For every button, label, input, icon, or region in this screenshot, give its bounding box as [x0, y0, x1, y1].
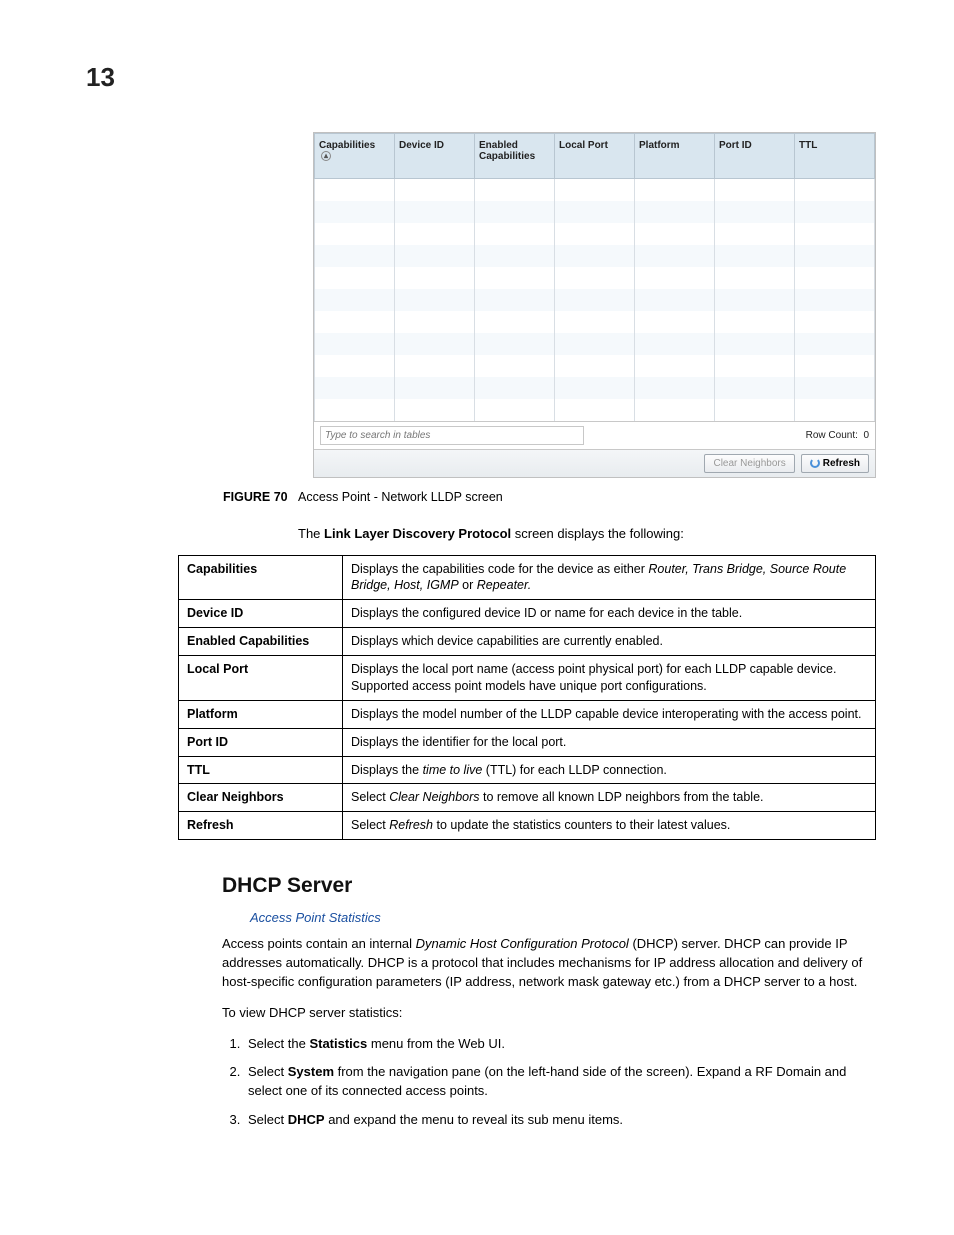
def-desc: Displays the local port name (access poi… — [343, 656, 876, 701]
def-desc: Displays the identifier for the local po… — [343, 728, 876, 756]
dhcp-para2: To view DHCP server statistics: — [222, 1004, 876, 1023]
def-term: TTL — [179, 756, 343, 784]
def-desc: Select Refresh to update the statistics … — [343, 812, 876, 840]
table-row — [315, 355, 875, 377]
def-desc: Displays the configured device ID or nam… — [343, 600, 876, 628]
table-search-row: Row Count: 0 — [314, 421, 875, 449]
def-term: Device ID — [179, 600, 343, 628]
def-term: Local Port — [179, 656, 343, 701]
table-row — [315, 223, 875, 245]
table-row — [315, 201, 875, 223]
def-row: Device ID Displays the configured device… — [179, 600, 876, 628]
def-desc: Displays the time to live (TTL) for each… — [343, 756, 876, 784]
def-desc: Displays which device capabilities are c… — [343, 628, 876, 656]
def-row: Capabilities Displays the capabilities c… — [179, 555, 876, 600]
col-device-id[interactable]: Device ID — [395, 134, 475, 179]
figure-caption: FIGURE 70 Access Point - Network LLDP sc… — [223, 490, 876, 504]
table-row — [315, 399, 875, 421]
def-row: Local Port Displays the local port name … — [179, 656, 876, 701]
page-number: 13 — [86, 62, 115, 93]
def-row: Platform Displays the model number of th… — [179, 700, 876, 728]
refresh-button[interactable]: Refresh — [801, 454, 869, 473]
definitions-table: Capabilities Displays the capabilities c… — [178, 555, 876, 841]
table-row — [315, 267, 875, 289]
table-row — [315, 333, 875, 355]
button-bar: Clear Neighbors Refresh — [314, 449, 875, 477]
table-row — [315, 377, 875, 399]
step-item: Select the Statistics menu from the Web … — [244, 1035, 876, 1054]
figure-caption-text: Access Point - Network LLDP screen — [298, 490, 503, 504]
def-desc: Select Clear Neighbors to remove all kno… — [343, 784, 876, 812]
def-term: Port ID — [179, 728, 343, 756]
def-desc: Displays the model number of the LLDP ca… — [343, 700, 876, 728]
def-row: Refresh Select Refresh to update the sta… — [179, 812, 876, 840]
table-row — [315, 289, 875, 311]
lldp-table: Capabilities▴ Device ID Enabled Capabili… — [314, 133, 875, 421]
def-row: Port ID Displays the identifier for the … — [179, 728, 876, 756]
def-row: TTL Displays the time to live (TTL) for … — [179, 756, 876, 784]
refresh-icon — [810, 458, 820, 468]
def-row: Clear Neighbors Select Clear Neighbors t… — [179, 784, 876, 812]
def-desc: Displays the capabilities code for the d… — [343, 555, 876, 600]
col-port-id[interactable]: Port ID — [715, 134, 795, 179]
col-enabled-capabilities[interactable]: Enabled Capabilities — [475, 134, 555, 179]
def-term: Platform — [179, 700, 343, 728]
col-platform[interactable]: Platform — [635, 134, 715, 179]
page-content: Capabilities▴ Device ID Enabled Capabili… — [178, 132, 876, 1140]
col-capabilities[interactable]: Capabilities▴ — [315, 134, 395, 179]
table-row — [315, 245, 875, 267]
figure-label: FIGURE 70 — [223, 490, 288, 504]
step-item: Select System from the navigation pane (… — [244, 1063, 876, 1101]
sort-asc-icon: ▴ — [321, 151, 331, 161]
col-local-port[interactable]: Local Port — [555, 134, 635, 179]
clear-neighbors-button[interactable]: Clear Neighbors — [704, 454, 794, 473]
col-ttl[interactable]: TTL — [795, 134, 875, 179]
table-row — [315, 179, 875, 201]
section-sublink[interactable]: Access Point Statistics — [250, 910, 876, 925]
steps-list: Select the Statistics menu from the Web … — [222, 1035, 876, 1130]
table-row — [315, 311, 875, 333]
row-count: Row Count: 0 — [806, 430, 869, 441]
lldp-screenshot: Capabilities▴ Device ID Enabled Capabili… — [313, 132, 876, 478]
intro-line: The Link Layer Discovery Protocol screen… — [298, 526, 876, 541]
def-term: Capabilities — [179, 555, 343, 600]
def-term: Enabled Capabilities — [179, 628, 343, 656]
section-heading-dhcp: DHCP Server — [222, 874, 876, 898]
step-item: Select DHCP and expand the menu to revea… — [244, 1111, 876, 1130]
dhcp-para1: Access points contain an internal Dynami… — [222, 935, 876, 992]
table-search-input[interactable] — [320, 426, 584, 445]
def-term: Refresh — [179, 812, 343, 840]
def-term: Clear Neighbors — [179, 784, 343, 812]
def-row: Enabled Capabilities Displays which devi… — [179, 628, 876, 656]
